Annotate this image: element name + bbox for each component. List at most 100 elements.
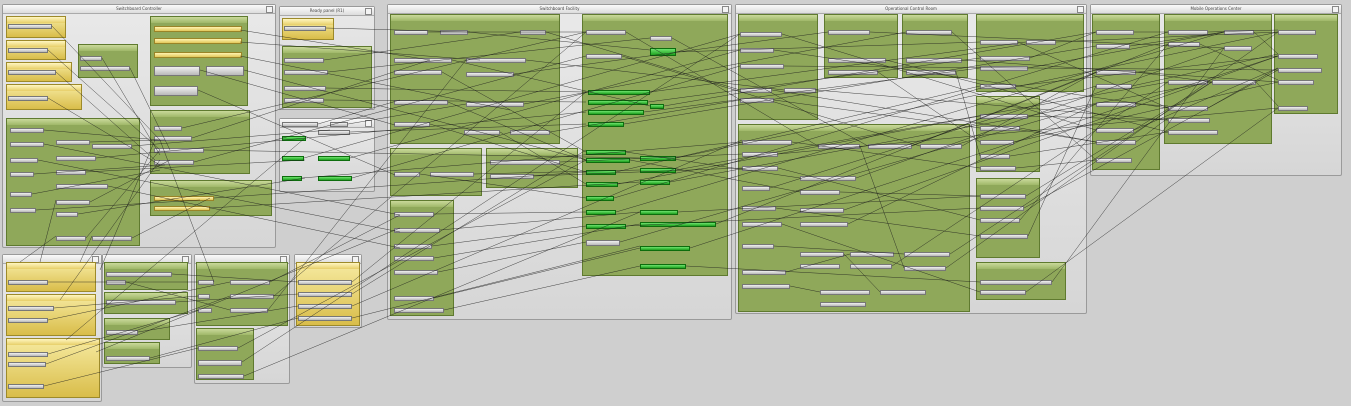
- diagram-node[interactable]: [1168, 80, 1208, 85]
- diagram-node[interactable]: [1212, 80, 1256, 85]
- diagram-node[interactable]: [198, 346, 238, 351]
- diagram-node[interactable]: [10, 142, 44, 147]
- diagram-node[interactable]: [282, 176, 302, 181]
- diagram-node[interactable]: [464, 130, 500, 135]
- diagram-node[interactable]: [394, 308, 444, 313]
- diagram-node[interactable]: [800, 252, 844, 257]
- diagram-node[interactable]: [980, 218, 1020, 223]
- diagram-node[interactable]: [586, 182, 618, 187]
- diagram-node[interactable]: [586, 224, 626, 229]
- diagram-node[interactable]: [8, 306, 54, 311]
- diagram-node[interactable]: [198, 308, 212, 313]
- diagram-node[interactable]: [588, 122, 624, 127]
- diagram-node[interactable]: [92, 144, 132, 149]
- diagram-node[interactable]: [640, 168, 676, 173]
- node-group[interactable]: [6, 262, 96, 292]
- diagram-node[interactable]: [980, 166, 1016, 171]
- diagram-node[interactable]: [8, 48, 48, 53]
- diagram-node[interactable]: [106, 330, 138, 335]
- diagram-node[interactable]: [56, 200, 90, 205]
- diagram-node[interactable]: [8, 24, 52, 29]
- diagram-node[interactable]: [586, 158, 630, 163]
- diagram-node[interactable]: [298, 292, 352, 297]
- diagram-node[interactable]: [154, 148, 204, 153]
- diagram-node[interactable]: [394, 270, 438, 275]
- diagram-node[interactable]: [904, 266, 946, 271]
- diagram-node[interactable]: [230, 308, 268, 313]
- diagram-node[interactable]: [640, 210, 678, 215]
- diagram-node[interactable]: [640, 222, 716, 227]
- diagram-node[interactable]: [318, 156, 350, 161]
- diagram-node[interactable]: [284, 70, 328, 75]
- diagram-node[interactable]: [318, 130, 350, 135]
- diagram-node[interactable]: [106, 356, 150, 361]
- diagram-node[interactable]: [466, 102, 524, 107]
- diagram-node[interactable]: [1168, 106, 1208, 111]
- diagram-node[interactable]: [1096, 84, 1132, 89]
- diagram-node[interactable]: [980, 290, 1026, 295]
- diagram-node[interactable]: [640, 264, 686, 269]
- diagram-node[interactable]: [980, 114, 1028, 119]
- diagram-node[interactable]: [154, 26, 242, 32]
- diagram-node[interactable]: [980, 234, 1028, 239]
- diagram-node[interactable]: [586, 150, 626, 155]
- diagram-node[interactable]: [8, 318, 48, 323]
- diagram-node[interactable]: [828, 30, 870, 35]
- diagram-node[interactable]: [8, 70, 56, 75]
- panel-close-icon[interactable]: [365, 120, 372, 127]
- diagram-node[interactable]: [820, 290, 870, 295]
- diagram-node[interactable]: [818, 144, 860, 149]
- diagram-node[interactable]: [586, 54, 622, 59]
- diagram-node[interactable]: [1168, 42, 1200, 47]
- diagram-node[interactable]: [800, 222, 848, 227]
- diagram-node[interactable]: [740, 32, 782, 37]
- diagram-node[interactable]: [154, 136, 192, 141]
- panel-close-icon[interactable]: [1077, 6, 1084, 13]
- diagram-node[interactable]: [800, 190, 840, 195]
- diagram-node[interactable]: [980, 56, 1030, 61]
- diagram-node[interactable]: [10, 158, 38, 163]
- diagram-node[interactable]: [1096, 128, 1134, 133]
- diagram-node[interactable]: [740, 88, 772, 93]
- diagram-node[interactable]: [490, 174, 534, 179]
- diagram-node[interactable]: [106, 280, 126, 285]
- diagram-node[interactable]: [284, 58, 324, 63]
- diagram-node[interactable]: [800, 176, 856, 181]
- diagram-node[interactable]: [230, 294, 274, 299]
- diagram-node[interactable]: [298, 316, 352, 321]
- diagram-node[interactable]: [56, 236, 86, 241]
- diagram-node[interactable]: [742, 270, 786, 275]
- diagram-node[interactable]: [154, 160, 194, 165]
- diagram-node[interactable]: [850, 264, 892, 269]
- diagram-node[interactable]: [466, 58, 526, 63]
- diagram-node[interactable]: [828, 58, 886, 63]
- diagram-node[interactable]: [520, 30, 546, 35]
- diagram-node[interactable]: [394, 70, 442, 75]
- diagram-node[interactable]: [1096, 30, 1134, 35]
- diagram-node[interactable]: [282, 122, 318, 127]
- diagram-node[interactable]: [920, 144, 962, 149]
- diagram-node[interactable]: [980, 40, 1018, 45]
- diagram-node[interactable]: [800, 264, 840, 269]
- diagram-node[interactable]: [586, 30, 626, 35]
- diagram-node[interactable]: [640, 246, 690, 251]
- diagram-node[interactable]: [742, 244, 774, 249]
- diagram-node[interactable]: [904, 252, 950, 257]
- diagram-node[interactable]: [740, 48, 774, 53]
- diagram-node[interactable]: [980, 280, 1052, 285]
- node-group[interactable]: [6, 294, 96, 336]
- diagram-node[interactable]: [1096, 140, 1136, 145]
- diagram-node[interactable]: [282, 136, 306, 141]
- node-group[interactable]: [78, 44, 138, 78]
- diagram-node[interactable]: [56, 140, 90, 145]
- panel-close-icon[interactable]: [365, 8, 372, 15]
- node-group[interactable]: [902, 14, 968, 78]
- diagram-node[interactable]: [1096, 158, 1132, 163]
- diagram-node[interactable]: [8, 352, 48, 357]
- diagram-node[interactable]: [154, 52, 242, 58]
- node-group[interactable]: [486, 148, 578, 188]
- diagram-node[interactable]: [298, 280, 352, 285]
- diagram-node[interactable]: [906, 70, 956, 75]
- diagram-node[interactable]: [586, 240, 620, 246]
- diagram-node[interactable]: [56, 212, 78, 217]
